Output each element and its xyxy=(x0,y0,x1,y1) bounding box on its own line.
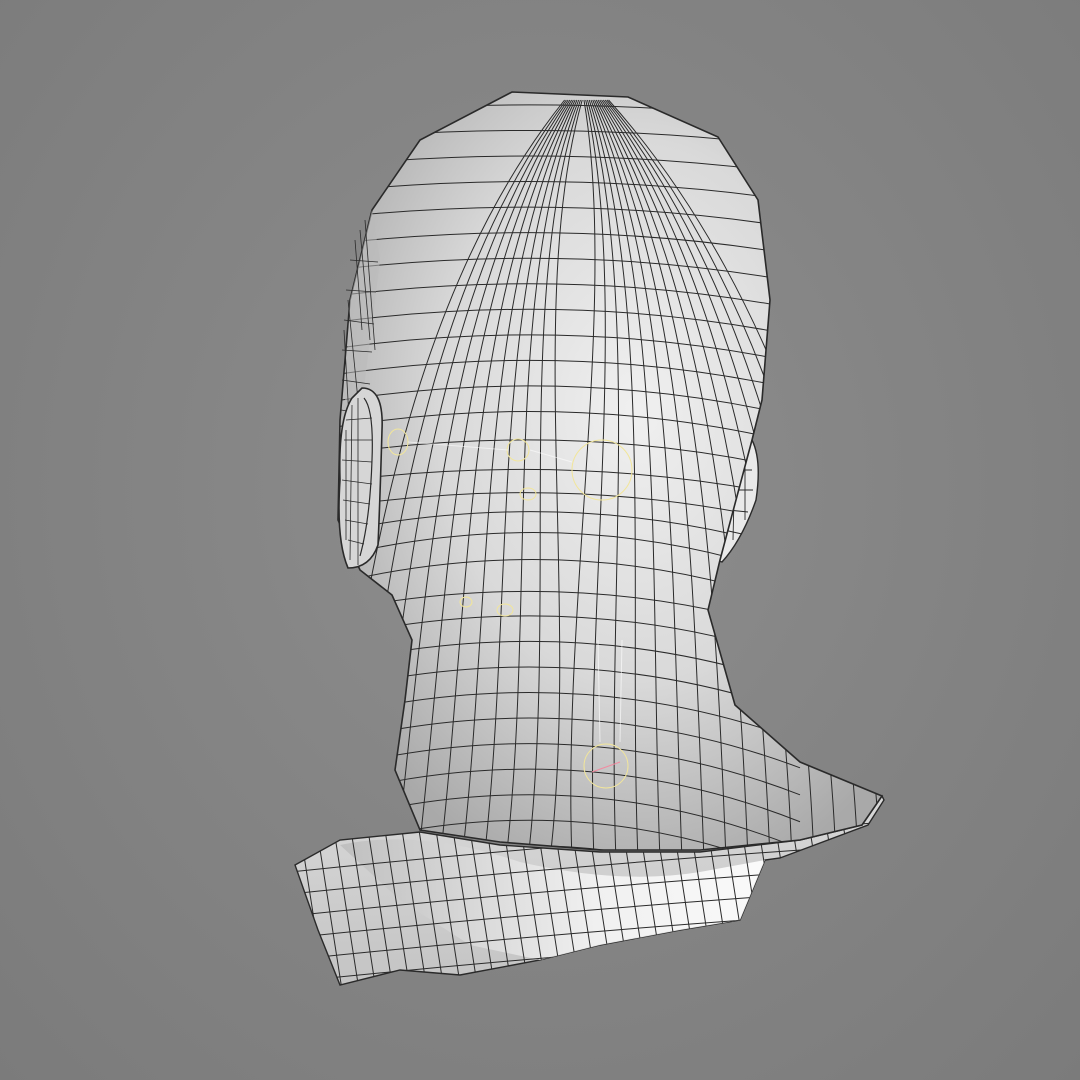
left-ear-mesh[interactable] xyxy=(338,387,383,569)
head-mesh[interactable] xyxy=(300,91,883,903)
3d-viewport[interactable] xyxy=(0,0,1080,1080)
viewport-canvas[interactable] xyxy=(0,0,1080,1080)
